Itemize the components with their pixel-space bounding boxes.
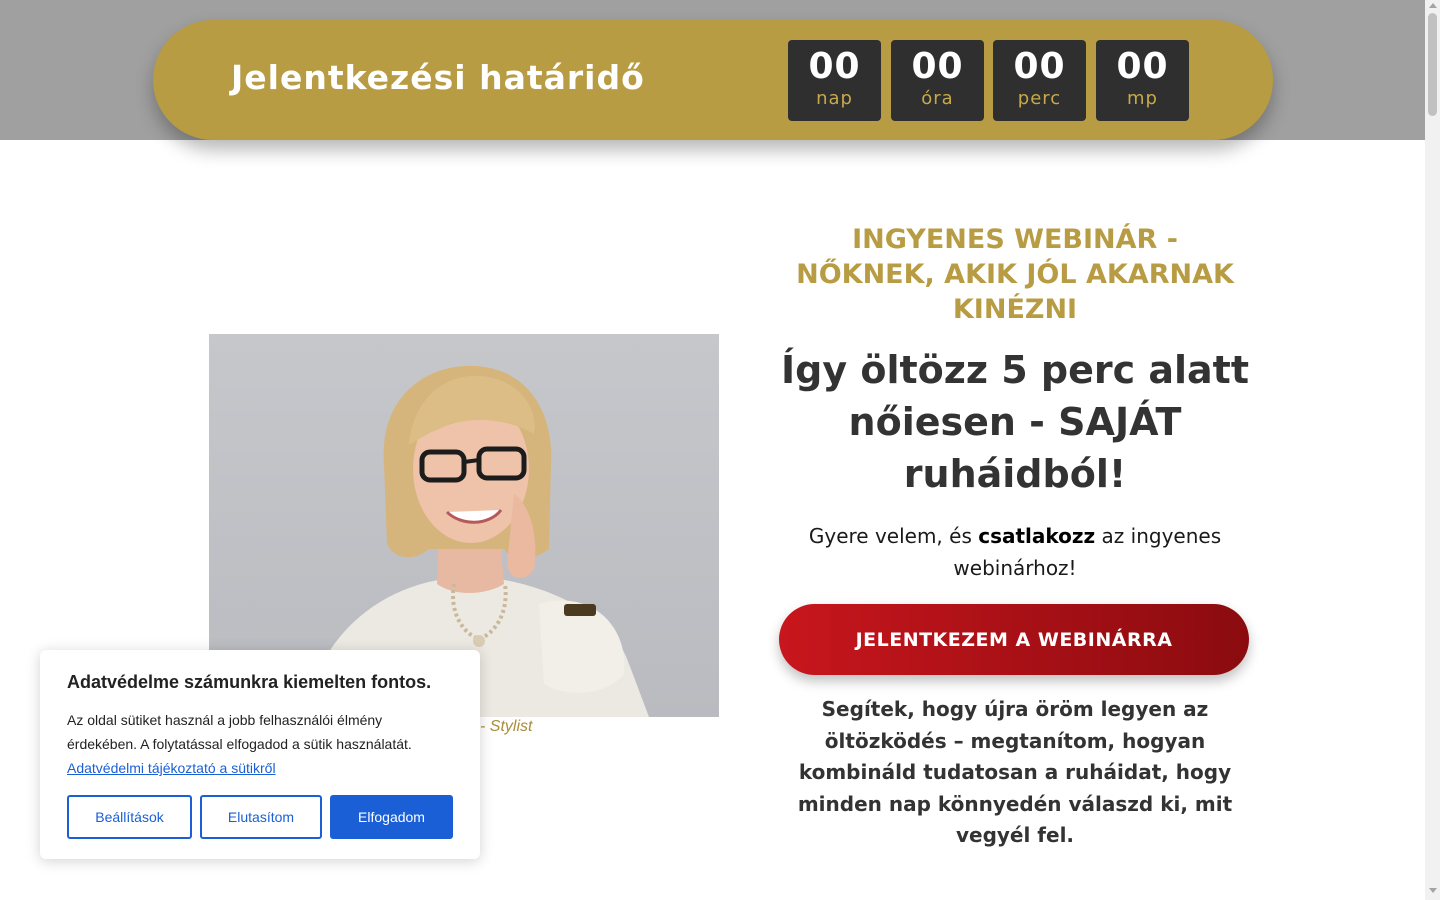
countdown-hours-label: óra <box>921 88 954 109</box>
countdown-hours: 00 óra <box>891 40 984 121</box>
photo-caption: - Stylist <box>480 718 533 735</box>
countdown-seconds-label: mp <box>1127 88 1158 109</box>
invite-text-start: Gyere velem, és <box>808 524 979 548</box>
top-band: Jelentkezési határidő 00 nap 00 óra 00 p… <box>0 0 1425 140</box>
countdown-minutes-label: perc <box>1017 88 1062 109</box>
countdown-minutes-value: 00 <box>1013 46 1066 87</box>
countdown-days-value: 00 <box>808 46 861 87</box>
scroll-down-arrow-icon[interactable] <box>1429 888 1437 893</box>
register-webinar-button[interactable]: JELENTKEZEM A WEBINÁRRA <box>779 604 1249 675</box>
scroll-up-arrow-icon[interactable] <box>1429 3 1437 8</box>
page-scrollbar[interactable] <box>1425 0 1440 900</box>
scrollbar-thumb[interactable] <box>1428 13 1437 116</box>
invite-text-bold: csatlakozz <box>978 524 1096 548</box>
invite-text: Gyere velem, és csatlakozz az ingyenes w… <box>770 520 1260 584</box>
deadline-title: Jelentkezési határidő <box>231 58 645 97</box>
webinar-description: Segítek, hogy újra öröm legyen az öltözk… <box>797 697 1233 847</box>
countdown-days-label: nap <box>816 88 853 109</box>
countdown-hours-value: 00 <box>911 46 964 87</box>
countdown-seconds-value: 00 <box>1116 46 1169 87</box>
cookie-banner-text: Az oldal sütiket használ a jobb felhaszn… <box>67 708 427 780</box>
countdown-seconds: 00 mp <box>1096 40 1189 121</box>
main-headline: Így öltözz 5 perc alatt nőiesen - SAJÁT … <box>781 348 1249 496</box>
countdown-days: 00 nap <box>788 40 881 121</box>
webinar-eyebrow-heading: INGYENES WEBINÁR - NŐKNEK, AKIK JÓL AKAR… <box>796 224 1234 325</box>
deadline-countdown-bar: Jelentkezési határidő 00 nap 00 óra 00 p… <box>153 20 1273 140</box>
cookie-reject-button[interactable]: Elutasítom <box>200 795 322 839</box>
cookie-banner-title: Adatvédelme számunkra kiemelten fontos. <box>67 672 432 692</box>
privacy-policy-link[interactable]: Adatvédelmi tájékoztató a sütikről <box>67 760 276 776</box>
cookie-accept-button[interactable]: Elfogadom <box>330 795 453 839</box>
cookie-settings-button[interactable]: Beállítások <box>67 795 192 839</box>
countdown-minutes: 00 perc <box>993 40 1086 121</box>
cookie-consent-banner: Adatvédelme számunkra kiemelten fontos. … <box>40 650 480 859</box>
cookie-banner-body: Az oldal sütiket használ a jobb felhaszn… <box>67 712 412 752</box>
